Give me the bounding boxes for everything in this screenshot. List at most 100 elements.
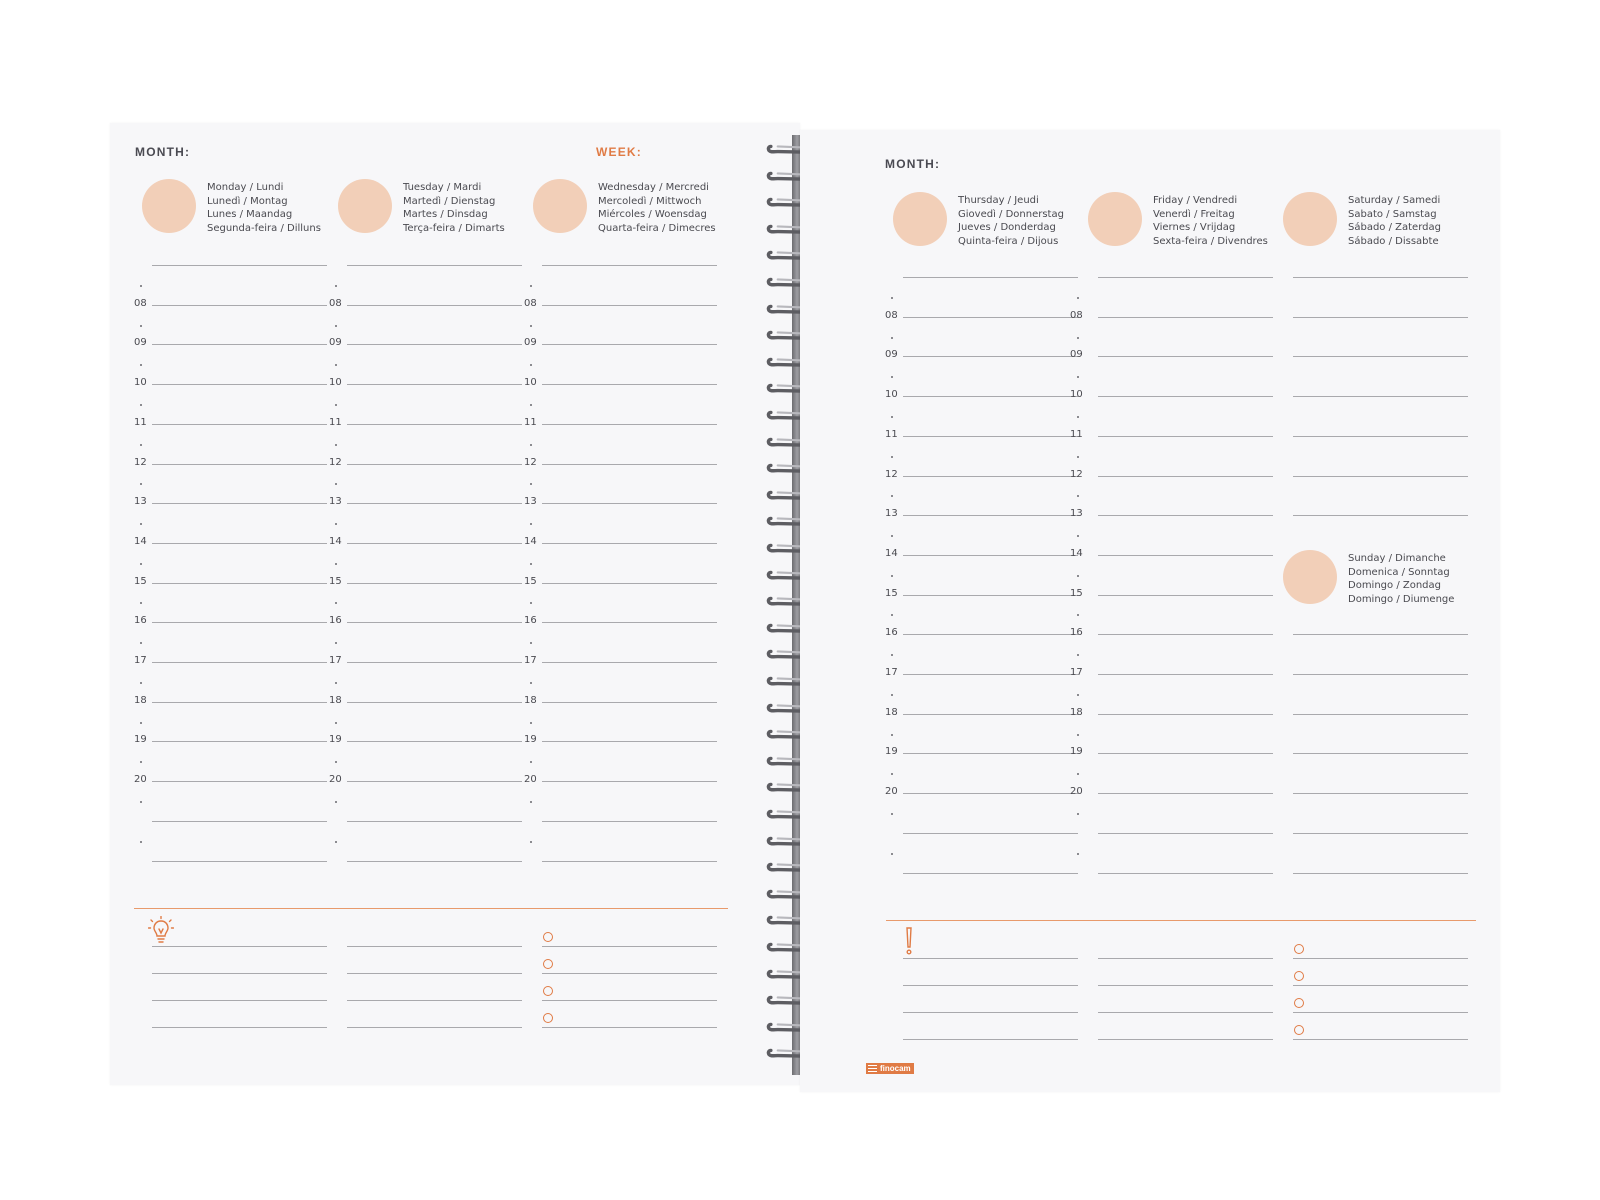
time-slot-line[interactable] [903,872,1078,874]
todo-checkbox[interactable] [1294,998,1304,1008]
todo-line[interactable] [542,1027,717,1028]
time-slot-line[interactable] [152,344,327,346]
time-slot-line[interactable] [152,304,327,306]
time-slot-line[interactable] [1293,634,1468,636]
time-slot-line[interactable] [903,277,1078,278]
todo-checkbox[interactable] [543,959,553,969]
note-line[interactable] [347,973,522,974]
todo-checkbox[interactable] [543,1013,553,1023]
time-slot-line[interactable] [1098,396,1273,398]
note-line[interactable] [1098,958,1273,959]
time-slot-line[interactable] [542,820,717,822]
time-slot-line[interactable] [903,316,1078,318]
todo-checkbox[interactable] [1294,944,1304,954]
todo-checkbox[interactable] [1294,971,1304,981]
time-slot-line[interactable] [1098,594,1273,596]
time-slot-line[interactable] [1098,554,1273,556]
time-slot-line[interactable] [152,265,327,266]
time-slot-line[interactable] [347,304,522,306]
time-slot-line[interactable] [903,674,1078,675]
time-slot-line[interactable] [347,781,522,783]
time-slot-line[interactable] [152,384,327,386]
time-slot-line[interactable] [542,860,717,862]
time-slot-line[interactable] [542,304,717,306]
todo-line[interactable] [542,946,717,947]
time-slot-line[interactable] [1293,674,1468,675]
time-slot-line[interactable] [542,384,717,386]
todo-checkbox[interactable] [1294,1025,1304,1035]
todo-line[interactable] [1293,1039,1468,1040]
note-line[interactable] [903,1012,1078,1013]
time-slot-line[interactable] [1098,832,1273,834]
time-slot-line[interactable] [347,820,522,822]
time-slot-line[interactable] [903,356,1078,358]
time-slot-line[interactable] [1293,713,1468,715]
time-slot-line[interactable] [347,503,522,505]
time-slot-line[interactable] [347,265,522,266]
time-slot-line[interactable] [542,701,717,703]
time-slot-line[interactable] [152,622,327,624]
time-slot-line[interactable] [903,515,1078,517]
time-slot-line[interactable] [542,582,717,584]
time-slot-line[interactable] [1293,277,1468,278]
note-line[interactable] [1098,1039,1273,1040]
time-slot-line[interactable] [903,435,1078,437]
time-slot-line[interactable] [1098,356,1273,358]
time-slot-line[interactable] [1098,793,1273,795]
time-slot-line[interactable] [903,396,1078,398]
time-slot-line[interactable] [542,503,717,505]
note-line[interactable] [347,946,522,947]
time-slot-line[interactable] [347,463,522,465]
time-slot-line[interactable] [347,741,522,743]
note-line[interactable] [903,1039,1078,1040]
todo-line[interactable] [542,973,717,974]
time-slot-line[interactable] [903,634,1078,636]
note-line[interactable] [152,1000,327,1001]
time-slot-line[interactable] [903,594,1078,596]
time-slot-line[interactable] [347,582,522,584]
time-slot-line[interactable] [1293,753,1468,755]
time-slot-line[interactable] [903,713,1078,715]
time-slot-line[interactable] [1098,435,1273,437]
time-slot-line[interactable] [903,832,1078,834]
time-slot-line[interactable] [1293,515,1468,517]
time-slot-line[interactable] [903,554,1078,556]
time-slot-line[interactable] [152,582,327,584]
time-slot-line[interactable] [903,753,1078,755]
time-slot-line[interactable] [1098,316,1273,318]
note-line[interactable] [1098,1012,1273,1013]
time-slot-line[interactable] [347,423,522,425]
time-slot-line[interactable] [347,344,522,346]
time-slot-line[interactable] [542,463,717,465]
time-slot-line[interactable] [1098,753,1273,755]
time-slot-line[interactable] [347,860,522,862]
todo-line[interactable] [542,1000,717,1001]
time-slot-line[interactable] [1098,872,1273,874]
time-slot-line[interactable] [152,542,327,544]
time-slot-line[interactable] [542,781,717,783]
time-slot-line[interactable] [1293,396,1468,398]
time-slot-line[interactable] [542,741,717,743]
time-slot-line[interactable] [1293,475,1468,477]
time-slot-line[interactable] [1098,674,1273,675]
time-slot-line[interactable] [542,662,717,663]
time-slot-line[interactable] [152,860,327,862]
time-slot-line[interactable] [152,662,327,663]
time-slot-line[interactable] [152,463,327,465]
time-slot-line[interactable] [1098,515,1273,517]
time-slot-line[interactable] [1293,316,1468,318]
note-line[interactable] [152,946,327,947]
time-slot-line[interactable] [542,265,717,266]
time-slot-line[interactable] [152,820,327,822]
time-slot-line[interactable] [1293,832,1468,834]
time-slot-line[interactable] [1293,872,1468,874]
time-slot-line[interactable] [1293,435,1468,437]
time-slot-line[interactable] [542,344,717,346]
time-slot-line[interactable] [347,622,522,624]
todo-checkbox[interactable] [543,986,553,996]
time-slot-line[interactable] [1098,713,1273,715]
time-slot-line[interactable] [903,793,1078,795]
time-slot-line[interactable] [1293,356,1468,358]
time-slot-line[interactable] [347,542,522,544]
todo-line[interactable] [1293,985,1468,986]
